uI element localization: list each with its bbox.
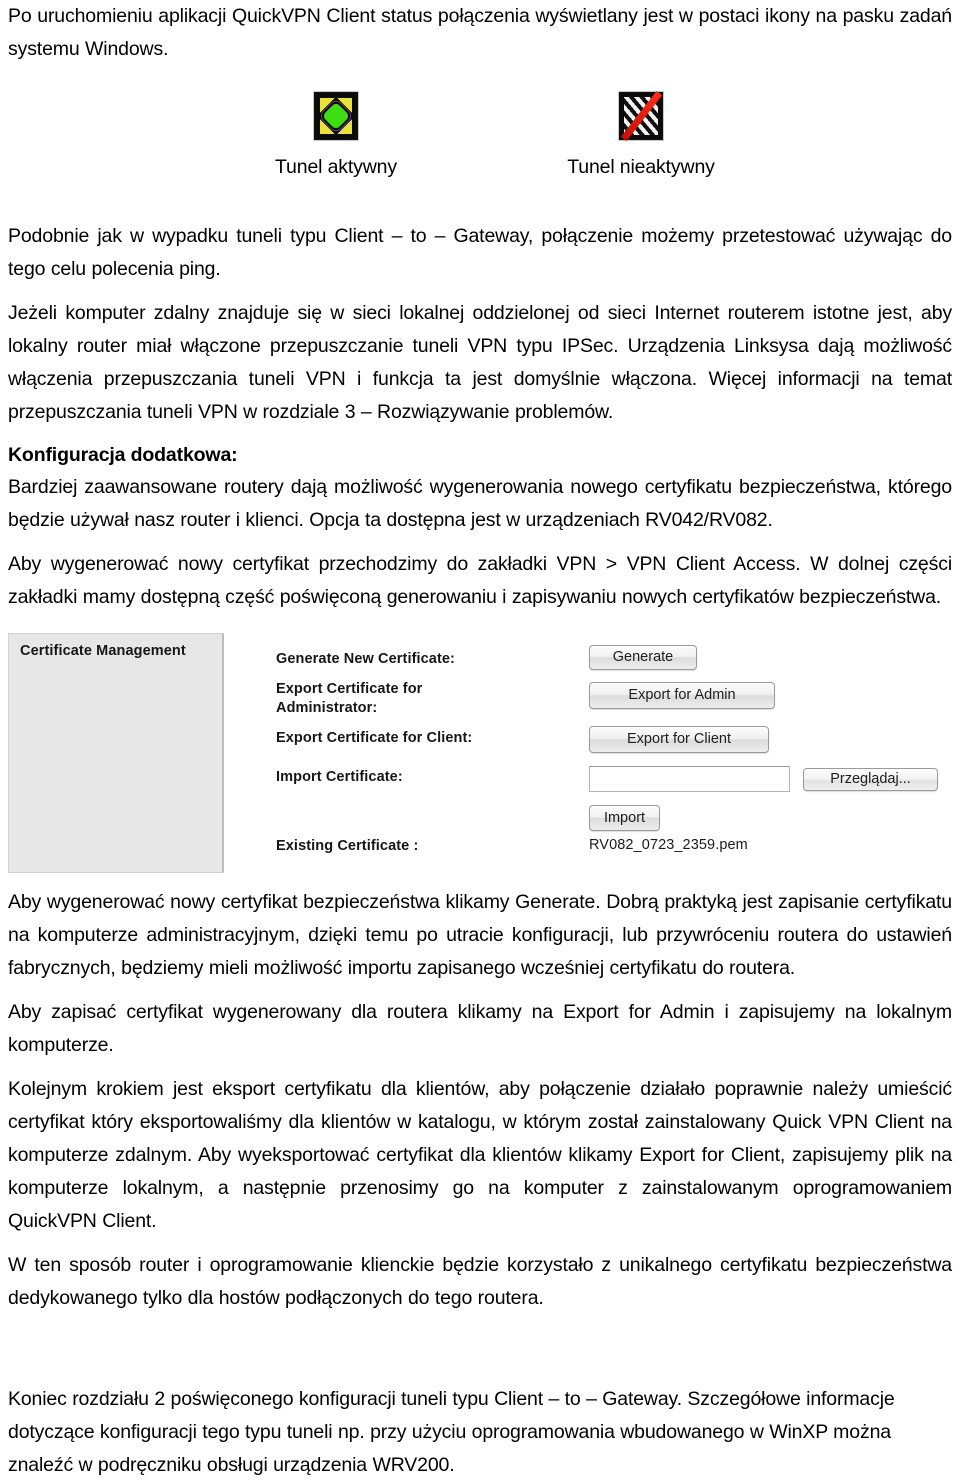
paragraph-export-admin: Aby zapisać certyfikat wygenerowany dla … <box>8 1001 952 1056</box>
tray-caption-active: Tunel aktywny <box>275 156 397 178</box>
tray-icon-figure: Tunel aktywny Tunel nieaktywny <box>8 92 952 220</box>
label-import-certificate: Import Certificate: <box>276 769 403 785</box>
intro-paragraph: Po uruchomieniu aplikacji QuickVPN Clien… <box>8 5 952 60</box>
generate-button[interactable]: Generate <box>589 645 697 670</box>
label-export-certificate-client: Export Certificate for Client: <box>276 730 473 746</box>
tray-figure-inactive: Tunel nieaktywny <box>536 92 746 180</box>
paragraph-chapter-end: Koniec rozdziału 2 poświęconego konfigur… <box>8 1388 895 1476</box>
tray-caption-inactive: Tunel nieaktywny <box>567 156 715 178</box>
paragraph-export-client: Kolejnym krokiem jest eksport certyfikat… <box>8 1078 952 1232</box>
label-export-certificate-administrator: Export Certificate for Administrator: <box>276 681 423 716</box>
existing-certificate-filename: RV082_0723_2359.pem <box>589 837 748 853</box>
tray-icon-tunnel-inactive <box>619 92 663 140</box>
paragraph-summary: W ten sposób router i oprogramowanie kli… <box>8 1254 952 1309</box>
paragraph-ipsec: Jeżeli komputer zdalny znajduje się w si… <box>8 302 952 423</box>
browse-button[interactable]: Przeglądaj... <box>803 768 938 791</box>
export-for-admin-button[interactable]: Export for Admin <box>589 682 775 709</box>
label-generate-new-certificate: Generate New Certificate: <box>276 651 455 667</box>
tray-icon-tunnel-active <box>314 92 358 140</box>
paragraph-generate: Aby wygenerować nowy certyfikat bezpiecz… <box>8 891 952 979</box>
panel-title: Certificate Management <box>20 643 186 659</box>
import-certificate-path-input[interactable] <box>589 766 790 792</box>
label-existing-certificate: Existing Certificate : <box>276 838 419 854</box>
paragraph-advanced: Bardziej zaawansowane routery dają możli… <box>8 476 952 531</box>
paragraph-vpn-tab: Aby wygenerować nowy certyfikat przechod… <box>8 553 952 608</box>
heading-extra-config: Konfiguracja dodatkowa: <box>8 444 238 466</box>
tray-figure-active: Tunel aktywny <box>236 92 436 180</box>
export-for-client-button[interactable]: Export for Client <box>589 726 769 753</box>
paragraph-ping: Podobnie jak w wypadku tuneli typu Clien… <box>8 225 952 280</box>
certificate-management-screenshot: Certificate Management Generate New Cert… <box>8 628 952 886</box>
document-page: Po uruchomieniu aplikacji QuickVPN Clien… <box>0 0 960 1476</box>
certificate-management-panel: Certificate Management <box>8 633 224 873</box>
import-button[interactable]: Import <box>589 805 660 831</box>
